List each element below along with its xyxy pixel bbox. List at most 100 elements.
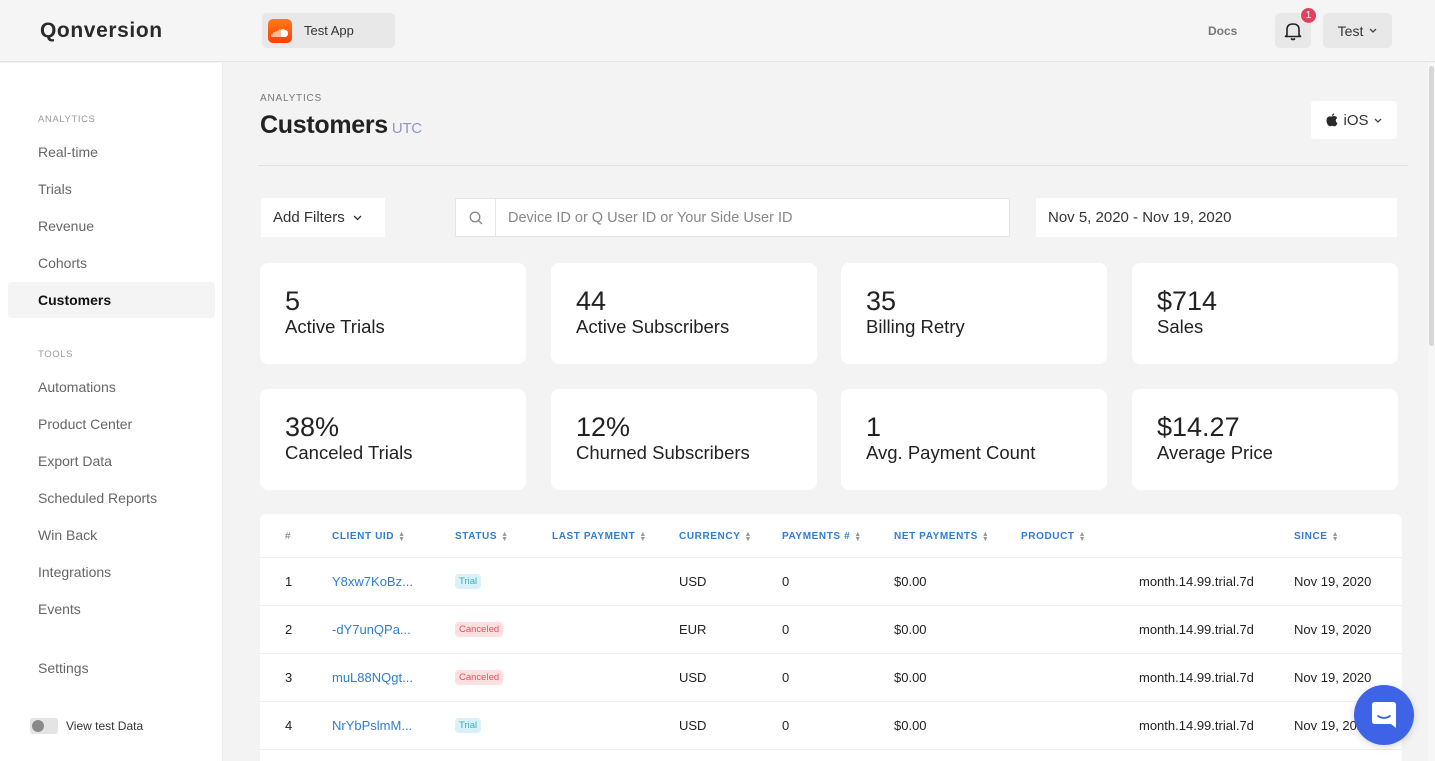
metric-label: Avg. Payment Count	[866, 442, 1036, 463]
sidebar-item-label: Export Data	[38, 453, 112, 469]
column-header-net-payments[interactable]: NET PAYMENTS ▲ ▼	[894, 531, 989, 543]
sidebar-item-label: Settings	[38, 660, 89, 676]
column-header-product[interactable]: PRODUCT ▲ ▼	[1021, 530, 1087, 543]
client-uid-link[interactable]: muL88NQgt...	[332, 654, 413, 701]
net-payments: $0.00	[894, 718, 927, 733]
sidebar-item-settings[interactable]: Settings	[8, 650, 215, 686]
row-index: 1	[285, 574, 293, 589]
since-date: Nov 19, 2020	[1294, 622, 1372, 637]
sidebar-item-real-time[interactable]: Real-time	[8, 134, 215, 170]
sort-icon: ▲ ▼	[744, 530, 753, 543]
client-uid-link[interactable]: Y8xw7KoBz...	[332, 558, 413, 605]
column-label: CURRENCY	[679, 531, 741, 542]
metric-label: Billing Retry	[866, 316, 965, 337]
sidebar: ANALYTICS Real-time Trials Revenue Cohor…	[0, 63, 223, 761]
net-payments: $0.00	[894, 622, 927, 637]
metric-value: 5	[285, 286, 301, 316]
metric-value: 44	[576, 286, 607, 316]
sort-icon: ▲ ▼	[1331, 530, 1340, 543]
column-header-last-payment[interactable]: LAST PAYMENT ▲ ▼	[552, 531, 647, 543]
currency: USD	[679, 718, 707, 733]
currency: EUR	[679, 622, 707, 637]
sidebar-item-revenue[interactable]: Revenue	[8, 208, 215, 244]
app-switcher[interactable]: Test App	[262, 13, 395, 48]
column-header-status[interactable]: STATUS ▲ ▼	[455, 531, 509, 543]
sidebar-item-automations[interactable]: Automations	[8, 369, 215, 405]
column-label: CLIENT UID	[332, 531, 395, 542]
status-badge: Canceled	[455, 670, 504, 685]
metric-value: $14.27	[1157, 412, 1240, 442]
search-box	[455, 198, 1010, 237]
sidebar-item-customers[interactable]: Customers	[8, 282, 215, 318]
sidebar-item-cohorts[interactable]: Cohorts	[8, 245, 215, 281]
column-header-since[interactable]: SINCE ▲ ▼	[1294, 530, 1340, 543]
sidebar-item-integrations[interactable]: Integrations	[8, 554, 215, 590]
column-header-currency[interactable]: CURRENCY ▲ ▼	[679, 530, 753, 543]
column-header-index: #	[285, 531, 291, 542]
column-label: PRODUCT	[1021, 531, 1075, 542]
date-range-picker[interactable]: Nov 5, 2020 - Nov 19, 2020	[1036, 198, 1397, 237]
search-button[interactable]	[456, 199, 496, 236]
client-uid-link[interactable]: -dY7unQPa...	[332, 606, 411, 653]
row-index: 4	[285, 718, 293, 733]
sidebar-item-product-center[interactable]: Product Center	[8, 406, 215, 442]
status-badge: Trial	[455, 574, 482, 589]
column-label: PAYMENTS #	[782, 531, 851, 542]
logo[interactable]: Qonversion	[40, 19, 163, 43]
search-input[interactable]	[496, 199, 1009, 236]
metric-label: Active Subscribers	[576, 316, 730, 337]
sidebar-item-label: Customers	[38, 292, 112, 308]
column-header-payments-count[interactable]: PAYMENTS # ▲ ▼	[782, 531, 862, 543]
table-row[interactable]: 3 muL88NQgt... Canceled USD 0 $0.00 mont…	[260, 654, 1402, 702]
client-uid-link[interactable]: NrYbPslmM...	[332, 702, 412, 749]
since-date: Nov 19, 2020	[1294, 670, 1372, 685]
chevron-down-icon	[1369, 28, 1377, 33]
product: month.14.99.trial.7d	[1139, 574, 1254, 589]
scrollbar-thumb[interactable]	[1429, 66, 1434, 346]
currency: USD	[679, 670, 707, 685]
since-date: Nov 19, 2020	[1294, 574, 1372, 589]
column-header-client-uid[interactable]: CLIENT UID ▲ ▼	[332, 531, 406, 543]
add-filters-button[interactable]: Add Filters	[261, 198, 385, 237]
metric-card-active-trials: 5 Active Trials	[260, 263, 526, 364]
view-test-data-row: View test Data	[30, 718, 143, 734]
metric-label: Sales	[1157, 316, 1204, 337]
platform-select[interactable]: iOS	[1311, 101, 1397, 139]
date-range-value: Nov 5, 2020 - Nov 19, 2020	[1048, 209, 1232, 226]
table-row[interactable]: 4 NrYbPslmM... Trial USD 0 $0.00 month.1…	[260, 702, 1402, 750]
metric-value: 12%	[576, 412, 631, 442]
column-label: #	[285, 531, 292, 542]
notification-count-badge: 1	[1300, 7, 1317, 24]
search-icon	[469, 211, 482, 224]
product: month.14.99.trial.7d	[1139, 622, 1254, 637]
column-label: STATUS	[455, 531, 498, 542]
sidebar-section-tools: TOOLS	[38, 349, 74, 360]
header-divider	[258, 165, 1408, 166]
metric-value: 35	[866, 286, 897, 316]
page-title-text: Customers	[260, 111, 388, 139]
metric-label: Active Trials	[285, 316, 385, 337]
metric-card-canceled-trials: 38% Canceled Trials	[260, 389, 526, 490]
metric-label: Average Price	[1157, 442, 1273, 463]
bell-icon	[1284, 22, 1302, 40]
docs-link[interactable]: Docs	[1208, 24, 1237, 38]
metric-label: Churned Subscribers	[576, 442, 750, 463]
sidebar-item-win-back[interactable]: Win Back	[8, 517, 215, 553]
sidebar-item-events[interactable]: Events	[8, 591, 215, 627]
view-test-data-toggle[interactable]	[30, 718, 58, 734]
table-row[interactable]: 2 -dY7unQPa... Canceled EUR 0 $0.00 mont…	[260, 606, 1402, 654]
support-chat-button[interactable]	[1354, 685, 1414, 745]
sidebar-item-export-data[interactable]: Export Data	[8, 443, 215, 479]
sidebar-section-analytics: ANALYTICS	[38, 114, 96, 125]
table-row[interactable]: 1 Y8xw7KoBz... Trial USD 0 $0.00 month.1…	[260, 558, 1402, 606]
user-menu-button[interactable]: Test	[1323, 13, 1392, 48]
sort-icon: ▲ ▼	[1078, 530, 1087, 543]
net-payments: $0.00	[894, 670, 927, 685]
metric-value: 1	[866, 412, 882, 442]
platform-label: iOS	[1343, 111, 1369, 129]
metric-value: $714	[1157, 286, 1218, 316]
metric-card-sales: $714 Sales	[1132, 263, 1398, 364]
sidebar-item-label: Product Center	[38, 416, 133, 432]
sidebar-item-trials[interactable]: Trials	[8, 171, 215, 207]
sidebar-item-scheduled-reports[interactable]: Scheduled Reports	[8, 480, 215, 516]
